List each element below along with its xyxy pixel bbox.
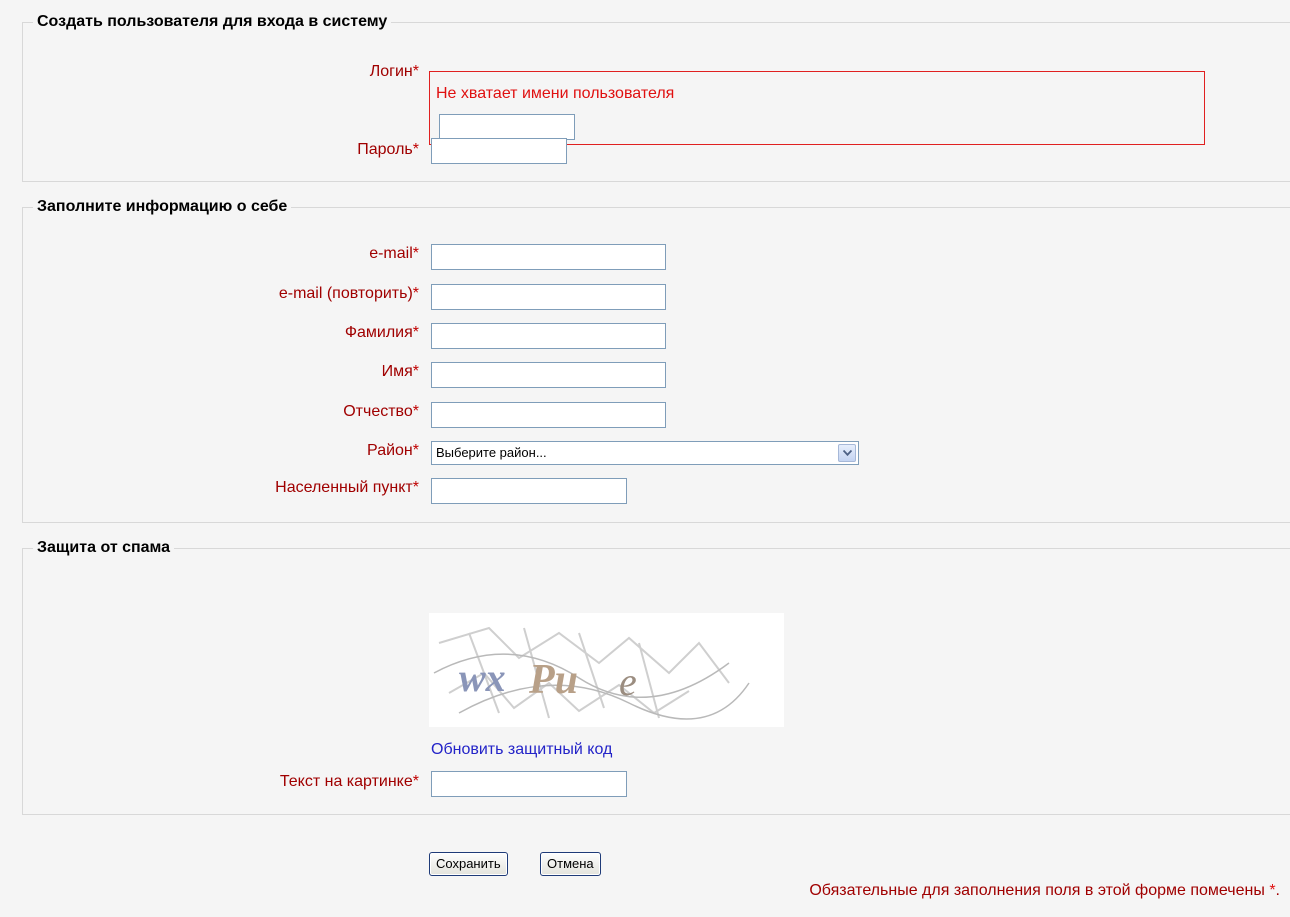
login-input[interactable]	[439, 114, 575, 140]
required-marker: *	[412, 324, 419, 341]
required-marker: *	[412, 285, 419, 302]
captcha-text: wx	[459, 655, 506, 700]
locality-label: Населенный пункт*	[275, 479, 419, 496]
required-marker: *	[412, 363, 419, 380]
district-select-value: Выберите район...	[436, 445, 547, 460]
required-marker: *	[412, 479, 419, 496]
captcha-input-label: Текст на картинке*	[279, 773, 419, 790]
email-repeat-label: e-mail (повторить)*	[278, 285, 419, 302]
district-select[interactable]: Выберите район...	[431, 441, 859, 465]
login-error-message: Не хватает имени пользователя	[436, 85, 675, 102]
login-error-box: Не хватает имени пользователя	[429, 71, 1205, 145]
email-label: e-mail*	[369, 245, 419, 262]
patronymic-input[interactable]	[431, 402, 666, 428]
spam-fieldset: Защита от спама wx Pu e Обновить защитны…	[22, 537, 1290, 815]
password-label: Пароль*	[357, 141, 419, 158]
required-marker: *	[412, 141, 419, 158]
required-marker: *	[412, 245, 419, 262]
info-fieldset-legend: Заполните информацию о себе	[33, 196, 292, 218]
required-marker: *	[412, 442, 419, 459]
login-fieldset: Создать пользователя для входа в систему…	[22, 11, 1290, 182]
save-button[interactable]: Сохранить	[429, 852, 508, 876]
info-fieldset: Заполните информацию о себе e-mail* e-ma…	[22, 196, 1290, 523]
captcha-input[interactable]	[431, 771, 627, 797]
email-input[interactable]	[431, 244, 666, 270]
district-label: Район*	[367, 442, 419, 459]
firstname-input[interactable]	[431, 362, 666, 388]
required-marker: *	[412, 773, 419, 790]
email-repeat-input[interactable]	[431, 284, 666, 310]
required-marker: *	[412, 403, 419, 420]
required-marker: *	[412, 63, 419, 80]
refresh-captcha-link[interactable]: Обновить защитный код	[431, 739, 612, 761]
svg-text:Pu: Pu	[528, 657, 578, 703]
cancel-button[interactable]: Отмена	[540, 852, 601, 876]
login-fieldset-legend: Создать пользователя для входа в систему	[33, 11, 392, 33]
svg-text:e: e	[619, 659, 637, 704]
chevron-down-icon	[843, 450, 852, 456]
patronymic-label: Отчество*	[343, 403, 419, 420]
lastname-label: Фамилия*	[344, 324, 419, 341]
password-input[interactable]	[431, 138, 567, 164]
locality-input[interactable]	[431, 478, 627, 504]
spam-fieldset-legend: Защита от спама	[33, 537, 175, 559]
required-fields-footnote: Обязательные для заполнения поля в этой …	[809, 882, 1280, 899]
required-marker: *	[1269, 882, 1276, 899]
login-label: Логин*	[369, 63, 419, 80]
dropdown-arrow-button[interactable]	[838, 444, 856, 462]
firstname-label: Имя*	[381, 363, 419, 380]
captcha-image: wx Pu e	[429, 613, 784, 727]
lastname-input[interactable]	[431, 323, 666, 349]
